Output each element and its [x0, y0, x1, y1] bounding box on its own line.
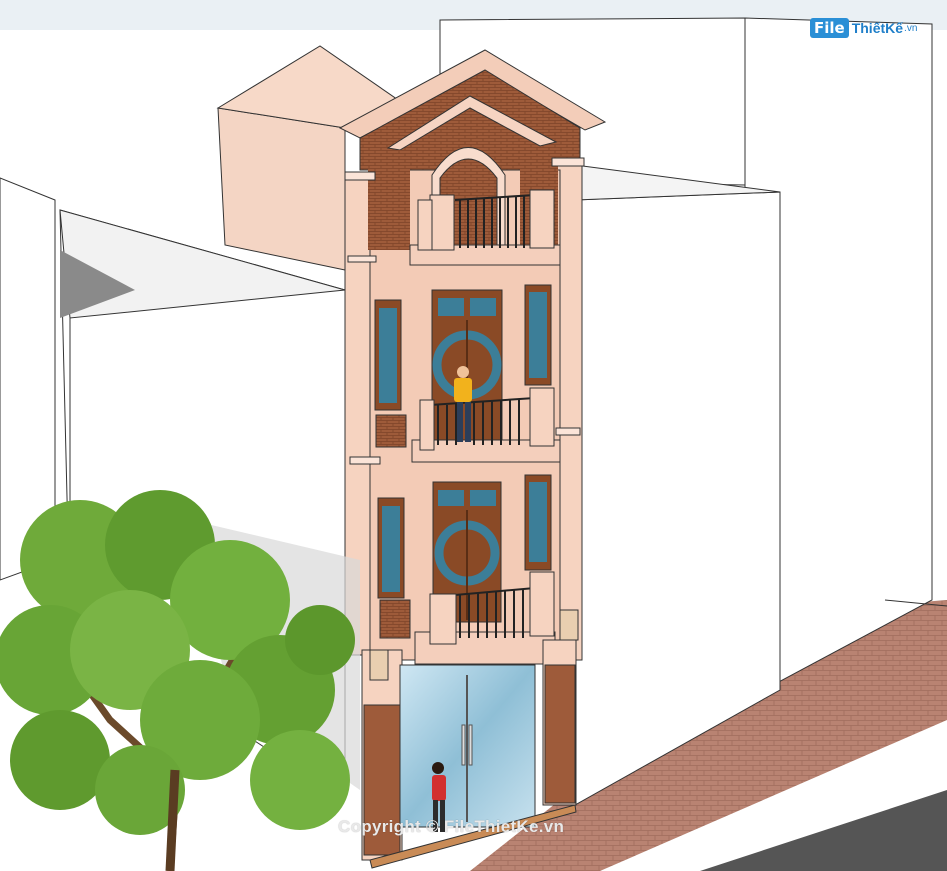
building-scene [0, 0, 947, 871]
logo-text: ThiếtKế [851, 20, 904, 36]
rear-volume [217, 107, 346, 271]
copyright-watermark: Copyright © FileThietKe.vn [338, 817, 565, 836]
logo-suffix: .vn [904, 22, 918, 34]
logo-badge: File [810, 18, 849, 38]
site-logo: File ThiếtKế .vn [810, 16, 917, 40]
